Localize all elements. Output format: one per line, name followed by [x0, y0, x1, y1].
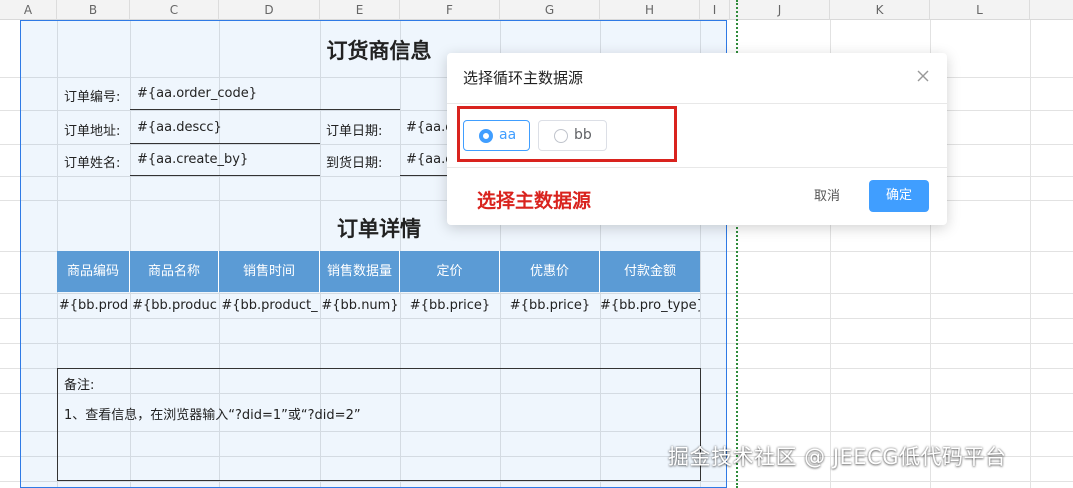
underline — [400, 175, 447, 176]
column-header-k[interactable]: K — [830, 0, 930, 20]
column-title-price[interactable]: 定价 — [400, 251, 500, 292]
column-title-product-code[interactable]: 商品编码 — [57, 251, 130, 292]
underline — [130, 175, 320, 176]
table-cell[interactable]: #{bb.produc — [130, 298, 219, 313]
select-datasource-dialog: 选择循环主数据源 aa bb 选择主数据源 取消 确定 — [447, 53, 947, 225]
column-header-i[interactable]: I — [700, 0, 730, 20]
table-cell[interactable]: #{bb.price} — [400, 298, 500, 313]
radio-label-bb: bb — [574, 127, 592, 143]
table-cell[interactable]: #{bb.prod — [57, 298, 130, 313]
radio-option-bb[interactable]: bb — [538, 120, 607, 151]
column-header-b[interactable]: B — [57, 0, 130, 20]
column-title-discount-price[interactable]: 优惠价 — [500, 251, 600, 292]
details-table-header: 商品编码 商品名称 销售时间 销售数据量 定价 优惠价 付款金额 — [57, 251, 700, 292]
order-code-label: 订单编号: — [64, 90, 121, 105]
column-header-f[interactable]: F — [400, 0, 500, 20]
column-header-bar: A B C D E F G H I J K L — [0, 0, 1073, 20]
column-header-h[interactable]: H — [600, 0, 700, 20]
watermark: 掘金技术社区 @ JEECG低代码平台 — [668, 445, 1007, 469]
notes-label: 备注: — [64, 378, 95, 393]
name-value[interactable]: #{aa.create_by} — [137, 152, 317, 167]
column-header-l[interactable]: L — [930, 0, 1030, 20]
column-header-a[interactable]: A — [0, 0, 57, 20]
name-label: 订单姓名: — [64, 156, 121, 171]
column-header-e[interactable]: E — [320, 0, 400, 20]
table-cell[interactable]: #{bb.pro_type} — [600, 298, 700, 313]
cancel-button[interactable]: 取消 — [797, 181, 857, 213]
table-cell[interactable]: #{bb.product_ — [219, 298, 320, 313]
column-title-sale-quantity[interactable]: 销售数据量 — [320, 251, 400, 292]
arrival-date-label: 到货日期: — [326, 156, 383, 171]
underline — [130, 109, 400, 110]
column-header-c[interactable]: C — [130, 0, 219, 20]
dialog-title: 选择循环主数据源 — [463, 69, 584, 87]
table-cell[interactable]: #{bb.num} — [320, 298, 400, 313]
column-header-g[interactable]: G — [500, 0, 600, 20]
order-date-label: 订单日期: — [326, 124, 383, 139]
address-value[interactable]: #{aa.descc} — [137, 120, 317, 135]
close-icon[interactable] — [914, 67, 932, 85]
divider — [447, 103, 947, 104]
column-title-product-name[interactable]: 商品名称 — [130, 251, 219, 292]
confirm-button[interactable]: 确定 — [869, 180, 929, 212]
table-cell[interactable]: #{bb.price} — [500, 298, 600, 313]
radio-checked-icon — [479, 129, 493, 143]
order-code-value[interactable]: #{aa.order_code} — [137, 86, 397, 101]
underline — [130, 143, 320, 144]
column-header-j[interactable]: J — [730, 0, 830, 20]
close-icon-glyph — [917, 70, 929, 82]
order-date-value[interactable]: #{aa.or — [406, 120, 447, 135]
column-header-d[interactable]: D — [219, 0, 320, 20]
column-title-sale-time[interactable]: 销售时间 — [219, 251, 320, 292]
radio-unchecked-icon — [554, 129, 568, 143]
radio-option-aa[interactable]: aa — [463, 120, 530, 151]
column-title-payment[interactable]: 付款金额 — [600, 251, 700, 292]
divider — [447, 167, 947, 168]
notes-text[interactable]: 1、查看信息，在浏览器输入“?did=1”或“?did=2” — [64, 404, 361, 423]
address-label: 订单地址: — [64, 124, 121, 139]
annotation-text: 选择主数据源 — [477, 190, 592, 212]
grid-line — [1030, 20, 1031, 488]
radio-label-aa: aa — [499, 127, 517, 143]
arrival-date-value[interactable]: #{aa.cr — [406, 152, 447, 167]
notes-box — [57, 368, 701, 481]
